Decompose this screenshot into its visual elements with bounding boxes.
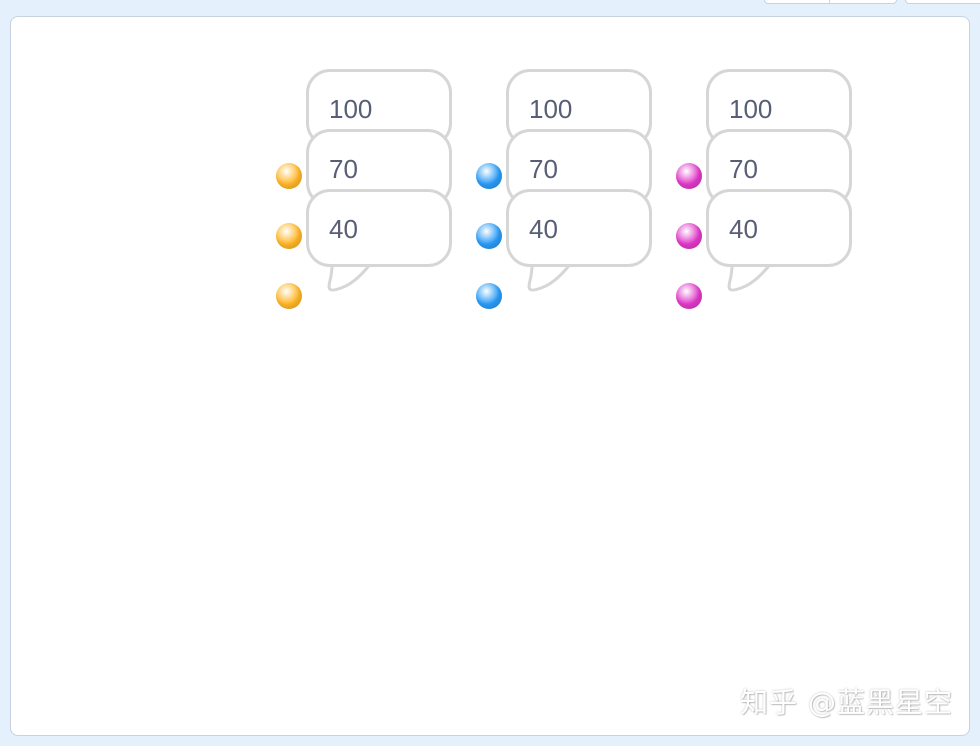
speech-bubble-text: 70 [729, 154, 758, 184]
sprite-group-magenta: 100 70 40 [411, 17, 852, 317]
magenta-ball-sprite[interactable] [676, 223, 702, 249]
toolbar-button-small-stage[interactable] [764, 0, 830, 4]
toolbar-button-normal-stage[interactable] [829, 0, 897, 4]
toolbar-button-fullscreen[interactable] [905, 0, 980, 4]
watermark-text: 知乎 @蓝黑星空 [740, 686, 953, 719]
speech-bubble-text: 100 [729, 94, 773, 124]
sprite-group-orange: 100 70 40 [11, 17, 452, 317]
magenta-ball-sprite[interactable] [676, 283, 702, 309]
magenta-ball-sprite[interactable] [676, 163, 702, 189]
speech-bubble-text: 40 [729, 214, 758, 244]
sprite-group-blue: 100 70 40 [211, 17, 652, 317]
stage-canvas[interactable]: 100 70 40 100 70 40 100 70 40 知乎 @蓝黑星空 [10, 16, 970, 736]
speech-bubble: 40 [706, 189, 852, 267]
